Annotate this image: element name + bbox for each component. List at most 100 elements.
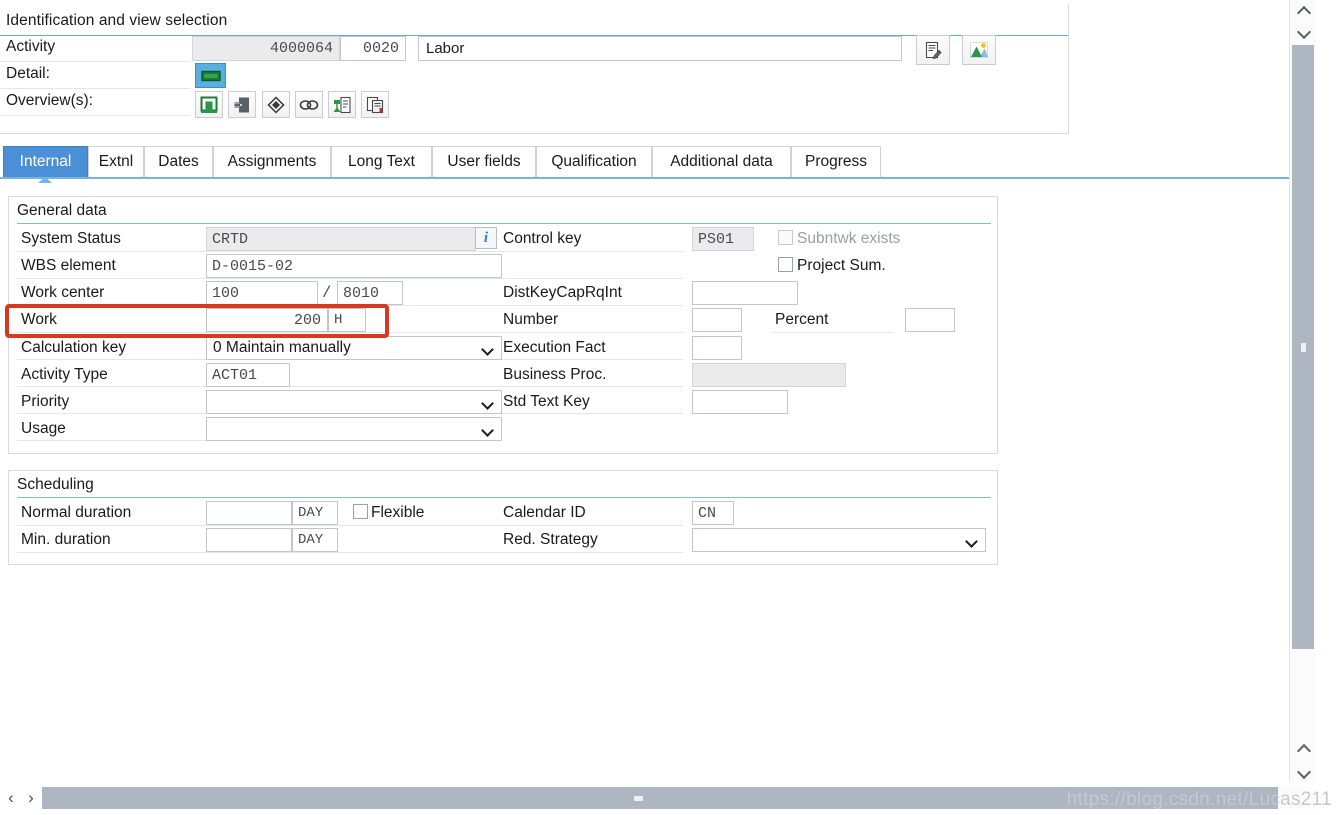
calculation-key-dropdown[interactable]: 0 Maintain manually — [206, 336, 502, 360]
number-label: Number — [503, 311, 559, 328]
wbs-element-field[interactable]: D-0015-02 — [206, 254, 502, 278]
scroll-thumb-grip — [634, 796, 643, 801]
tab-qualification[interactable]: Qualification — [536, 146, 652, 177]
normal-duration-label: Normal duration — [21, 504, 132, 521]
long-text-edit-icon-button[interactable] — [916, 35, 950, 65]
execution-fact-label: Execution Fact — [503, 339, 606, 356]
business-proc-field[interactable] — [692, 363, 846, 387]
overviews-label: Overview(s): — [6, 92, 93, 109]
link-overview-icon — [299, 99, 319, 110]
tab-extnl[interactable]: Extnl — [88, 146, 144, 177]
detail-row: Detail: — [0, 62, 1068, 89]
general-data-group: General data System Status CRTD i WBS el… — [8, 196, 998, 454]
min-duration-field[interactable] — [206, 528, 292, 552]
scheduling-rule — [17, 497, 991, 498]
tab-assignments[interactable]: Assignments — [213, 146, 331, 177]
scroll-right-button[interactable]: › — [20, 786, 42, 810]
milestone-overview-icon-button[interactable] — [262, 91, 290, 118]
priority-label: Priority — [21, 393, 70, 410]
tab-progress[interactable]: Progress — [791, 146, 881, 177]
tab-long-text[interactable]: Long Text — [331, 146, 432, 177]
percent-field[interactable] — [905, 308, 955, 332]
work-label: Work — [21, 311, 57, 328]
tab-internal[interactable]: Internal — [3, 146, 88, 177]
page-content: Identification and view selection Activi… — [0, 0, 1316, 785]
relationship-overview-icon — [234, 97, 249, 112]
scroll-down-button-top[interactable] — [1290, 21, 1316, 43]
general-data-title: General data — [17, 202, 107, 219]
scroll-down-button[interactable] — [1290, 761, 1316, 783]
work-center-plant-field[interactable]: 8010 — [337, 281, 403, 305]
min-duration-unit-field[interactable]: DAY — [292, 528, 338, 552]
tab-user-fields[interactable]: User fields — [432, 146, 536, 177]
activity-type-field[interactable]: ACT01 — [206, 363, 290, 387]
system-status-field[interactable]: CRTD — [206, 227, 476, 251]
scroll-up-button[interactable] — [1290, 0, 1316, 22]
chevron-down-icon — [482, 342, 495, 355]
scroll-up-button-bottom[interactable] — [1290, 738, 1316, 760]
tab-dates[interactable]: Dates — [144, 146, 213, 177]
chevron-down-icon — [1298, 767, 1309, 778]
activity-row: Activity 4000064 0020 Labor — [0, 35, 1068, 65]
vertical-scrollbar[interactable] — [1289, 0, 1316, 785]
calendar-id-label: Calendar ID — [503, 504, 586, 521]
normal-duration-unit-field[interactable]: DAY — [292, 501, 338, 525]
info-icon: i — [483, 229, 489, 246]
relationship-overview-icon-button[interactable] — [228, 91, 256, 118]
prt-overview-icon-button[interactable] — [328, 91, 356, 118]
priority-dropdown[interactable] — [206, 390, 502, 414]
component-overview-icon-button[interactable] — [195, 91, 223, 118]
chevron-down-icon — [482, 423, 495, 436]
graphic-view-icon-button[interactable] — [962, 35, 996, 65]
work-center-separator: / — [322, 284, 332, 302]
vertical-scroll-thumb[interactable] — [1292, 45, 1314, 649]
control-key-label: Control key — [503, 230, 582, 247]
tab-strip-underline — [0, 177, 1316, 179]
scroll-left-button[interactable]: ‹ — [0, 786, 22, 810]
watermark: https://blog.csdn.net/Lucas211 — [1066, 789, 1332, 810]
activity-counter-field[interactable]: 0020 — [340, 36, 406, 61]
graphic-view-icon — [970, 42, 988, 58]
calculation-key-value: 0 Maintain manually — [213, 339, 351, 356]
calendar-id-field[interactable]: CN — [692, 501, 734, 525]
subntwk-exists-label: Subntwk exists — [797, 230, 901, 247]
detail-label: Detail: — [6, 65, 50, 82]
work-center-field[interactable]: 100 — [206, 281, 318, 305]
std-text-key-field[interactable] — [692, 390, 788, 414]
chevron-up-icon — [1298, 6, 1309, 17]
detail-screen-icon-button[interactable] — [195, 63, 226, 88]
subntwk-exists-checkbox[interactable] — [778, 230, 793, 245]
execution-fact-field[interactable] — [692, 336, 742, 360]
tab-additional-data[interactable]: Additional data — [652, 146, 791, 177]
business-proc-label: Business Proc. — [503, 366, 607, 383]
work-value-field[interactable]: 200 — [206, 308, 328, 332]
wbs-element-label: WBS element — [21, 257, 116, 274]
overviews-row: Overview(s): — [0, 89, 1068, 118]
activity-number-field[interactable]: 4000064 — [192, 36, 340, 61]
chevron-up-icon — [1298, 744, 1309, 755]
percent-label: Percent — [775, 311, 829, 328]
std-text-key-label: Std Text Key — [503, 393, 590, 410]
usage-dropdown[interactable] — [206, 417, 502, 441]
flexible-checkbox[interactable] — [353, 504, 368, 519]
work-center-label: Work center — [21, 284, 105, 301]
number-field[interactable] — [692, 308, 742, 332]
activity-label: Activity — [6, 38, 56, 55]
dist-key-cap-rq-int-label: DistKeyCapRqInt — [503, 284, 622, 301]
activity-description-field[interactable]: Labor — [418, 36, 902, 61]
min-duration-label: Min. duration — [21, 531, 111, 548]
document-overview-icon-button[interactable] — [361, 91, 389, 118]
red-strategy-dropdown[interactable] — [692, 528, 986, 552]
system-status-info-button[interactable]: i — [475, 227, 497, 249]
document-overview-icon — [366, 96, 384, 113]
control-key-field[interactable]: PS01 — [692, 227, 754, 251]
link-overview-icon-button[interactable] — [295, 91, 323, 118]
normal-duration-field[interactable] — [206, 501, 292, 525]
activity-type-label: Activity Type — [21, 366, 108, 383]
red-strategy-label: Red. Strategy — [503, 531, 598, 548]
milestone-overview-icon — [267, 95, 285, 114]
project-sum-checkbox[interactable] — [778, 257, 793, 272]
system-status-label: System Status — [21, 230, 121, 247]
dist-key-cap-rq-int-field[interactable] — [692, 281, 798, 305]
work-unit-field[interactable]: H — [328, 308, 366, 332]
